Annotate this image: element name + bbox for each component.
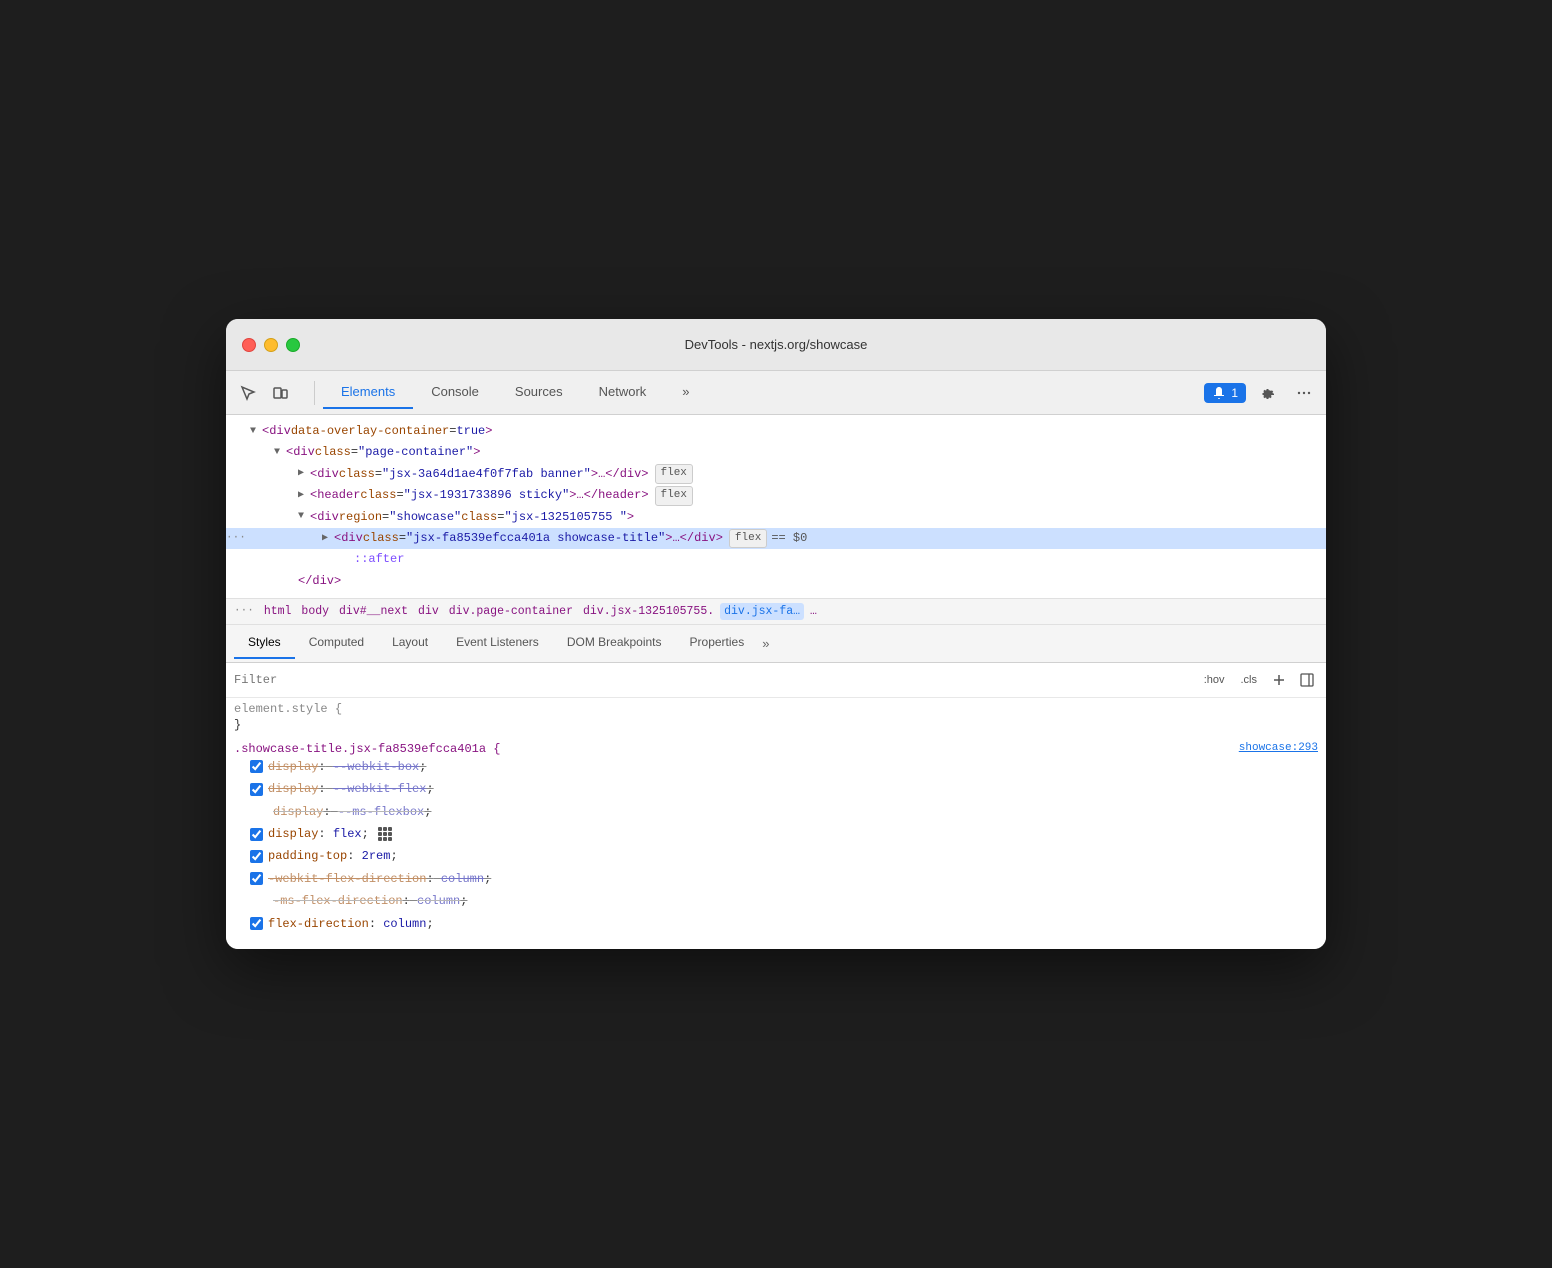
tab-more[interactable]: »	[664, 376, 707, 409]
css-prop-line: display: flex;	[234, 823, 1318, 845]
flex-badge: flex	[655, 464, 693, 484]
devtools-toolbar: Elements Console Sources Network » 1	[226, 371, 1326, 415]
tree-toggle[interactable]: ▼	[298, 509, 310, 525]
titlebar: DevTools - nextjs.org/showcase	[226, 319, 1326, 371]
tab-elements[interactable]: Elements	[323, 376, 413, 409]
flex-badge: flex	[729, 529, 767, 549]
hov-filter-button[interactable]: :hov	[1199, 671, 1230, 689]
tab-dom-breakpoints[interactable]: DOM Breakpoints	[553, 627, 676, 659]
rule-selector[interactable]: .showcase-title.jsx-fa8539efcca401a {	[234, 742, 500, 756]
tab-network[interactable]: Network	[581, 376, 665, 409]
breadcrumb-item-html[interactable]: html	[260, 603, 296, 620]
breadcrumb-item-div[interactable]: div	[414, 603, 443, 620]
css-prop-line: padding-top: 2rem;	[234, 845, 1318, 867]
tab-more-inspector[interactable]: »	[758, 628, 773, 659]
tree-line[interactable]: ▼ <div class="page-container" >	[226, 442, 1326, 463]
css-prop-line: -ms-flex-direction: column;	[234, 890, 1318, 912]
breadcrumb-item-jsx-fa[interactable]: div.jsx-fa…	[720, 603, 804, 620]
maximize-button[interactable]	[286, 338, 300, 352]
toggle-sidebar-button[interactable]	[1296, 669, 1318, 691]
breadcrumb-item-page-container[interactable]: div.page-container	[445, 603, 577, 620]
breadcrumb-item-next[interactable]: div#__next	[335, 603, 412, 620]
more-options-button[interactable]	[1290, 379, 1318, 407]
devtools-window: DevTools - nextjs.org/showcase Elements	[226, 319, 1326, 949]
tree-toggle[interactable]: ▶	[298, 488, 310, 504]
tab-layout[interactable]: Layout	[378, 627, 442, 659]
css-rules: element.style { } .showcase-title.jsx-fa…	[226, 698, 1326, 949]
tree-toggle[interactable]: ▶	[298, 466, 310, 482]
css-prop-line: -webkit-flex-direction: column;	[234, 868, 1318, 890]
tree-line[interactable]: ▶ <div class="jsx-3a64d1ae4f0f7fab banne…	[226, 463, 1326, 485]
styles-panel: :hov .cls elemen	[226, 663, 1326, 949]
filter-bar: :hov .cls	[226, 663, 1326, 698]
tree-toggle[interactable]: ▼	[274, 445, 286, 461]
inspector-tabs: Styles Computed Layout Event Listeners D…	[226, 625, 1326, 663]
nav-tabs: Elements Console Sources Network »	[323, 376, 1204, 409]
css-prop-line: display: --webkit-box;	[234, 756, 1318, 778]
toolbar-divider	[314, 381, 315, 405]
flex-badge: flex	[655, 486, 693, 506]
css-checkbox[interactable]	[250, 828, 263, 841]
add-style-button[interactable]	[1268, 669, 1290, 691]
tree-line[interactable]: ▼ <div data-overlay-container= true >	[226, 421, 1326, 442]
tree-dots: ···	[226, 530, 246, 548]
css-prop-line: display: --webkit-flex;	[234, 778, 1318, 800]
tree-line-selected[interactable]: ··· ▶ <div class="jsx-fa8539efcca401a sh…	[226, 528, 1326, 550]
pseudo-element: ::after	[354, 550, 404, 569]
window-title: DevTools - nextjs.org/showcase	[685, 337, 868, 352]
device-toolbar-button[interactable]	[266, 379, 294, 407]
tab-event-listeners[interactable]: Event Listeners	[442, 627, 553, 659]
filter-input[interactable]	[234, 673, 1191, 687]
tab-sources[interactable]: Sources	[497, 376, 581, 409]
tab-styles[interactable]: Styles	[234, 627, 295, 659]
inspect-element-button[interactable]	[234, 379, 262, 407]
css-checkbox[interactable]	[250, 872, 263, 885]
tree-line[interactable]: ▼ <div region="showcase" class="jsx-1325…	[226, 507, 1326, 528]
showcase-title-block: .showcase-title.jsx-fa8539efcca401a { sh…	[234, 742, 1318, 935]
flex-grid-icon[interactable]	[378, 827, 392, 841]
tab-computed[interactable]: Computed	[295, 627, 378, 659]
close-button[interactable]	[242, 338, 256, 352]
breadcrumb-item-body[interactable]: body	[297, 603, 333, 620]
rule-source[interactable]: showcase:293	[1239, 742, 1318, 754]
css-prop-line: display: --ms-flexbox;	[234, 801, 1318, 823]
tab-properties[interactable]: Properties	[676, 627, 759, 659]
minimize-button[interactable]	[264, 338, 278, 352]
tree-toggle[interactable]: ▼	[250, 424, 262, 440]
tree-line[interactable]: ▶ <header class="jsx-1931733896 sticky">…	[226, 485, 1326, 507]
settings-button[interactable]	[1254, 379, 1282, 407]
traffic-lights	[242, 338, 300, 352]
toolbar-right: 1	[1204, 379, 1318, 407]
html-panel: ▼ <div data-overlay-container= true > ▼ …	[226, 415, 1326, 599]
element-style-block: element.style { }	[234, 702, 1318, 732]
breadcrumb-item-jsx-1325[interactable]: div.jsx-1325105755.	[579, 603, 718, 620]
tree-line[interactable]: </div>	[226, 571, 1326, 592]
css-checkbox[interactable]	[250, 783, 263, 796]
rule-header: .showcase-title.jsx-fa8539efcca401a { sh…	[234, 742, 1318, 756]
element-style-close: }	[234, 718, 1318, 732]
tree-toggle[interactable]: ▶	[322, 531, 334, 547]
filter-right: :hov .cls	[1199, 669, 1318, 691]
tree-line[interactable]: ::after	[226, 549, 1326, 570]
notification-badge[interactable]: 1	[1204, 383, 1246, 403]
css-checkbox[interactable]	[250, 850, 263, 863]
tab-console[interactable]: Console	[413, 376, 497, 409]
cls-filter-button[interactable]: .cls	[1236, 671, 1263, 689]
breadcrumb-dots: ···	[234, 605, 254, 617]
css-checkbox[interactable]	[250, 760, 263, 773]
breadcrumb-item-more[interactable]: …	[806, 603, 821, 620]
toolbar-icons	[234, 379, 294, 407]
css-checkbox[interactable]	[250, 917, 263, 930]
css-prop-line: flex-direction: column;	[234, 913, 1318, 935]
breadcrumb-bar: ··· html body div#__next div div.page-co…	[226, 599, 1326, 625]
element-style-selector: element.style {	[234, 702, 1318, 716]
